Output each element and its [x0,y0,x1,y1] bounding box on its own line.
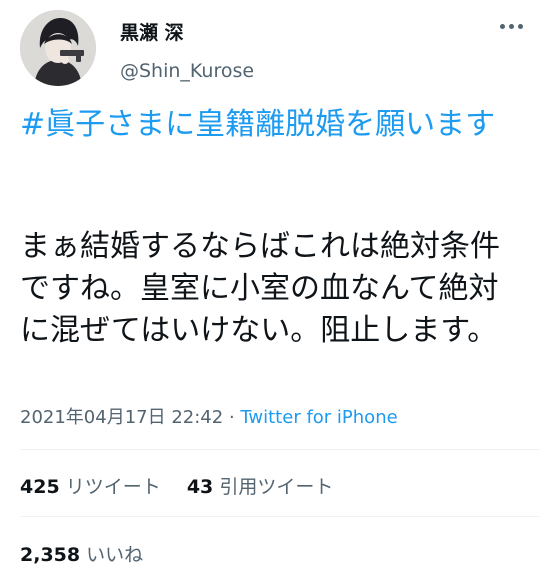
tweet-text: まぁ結婚するならばこれは絶対条件ですね。皇室に小室の血なんて絶対に混ぜてはいけな… [20,229,500,348]
tweet-header: 黒瀬 深 @Shin_Kurose [20,10,524,86]
user-handle[interactable]: @Shin_Kurose [120,60,254,82]
retweet-count: 425 [20,476,60,498]
tweet-source-link[interactable]: Twitter for iPhone [240,407,397,428]
tweet-timestamp[interactable]: 2021年04月17日 22:42 [20,407,223,428]
meta-separator: · [223,407,241,428]
retweet-label: リツイート [65,476,161,498]
more-dots-icon[interactable] [500,24,524,34]
retweet-stats: 425 リツイート 43 引用ツイート [20,472,333,499]
like-stats[interactable]: 2,358 いいね [20,540,143,567]
divider [20,516,540,517]
like-count: 2,358 [20,544,81,566]
avatar-illustration-icon [20,10,96,86]
quote-label: 引用ツイート [219,476,334,498]
like-label: いいね [86,544,144,566]
retweets-link[interactable]: 425 リツイート [20,476,161,498]
tweet-meta: 2021年04月17日 22:42 · Twitter for iPhone [20,403,398,429]
display-name[interactable]: 黒瀬 深 [120,18,184,45]
avatar[interactable] [20,10,96,86]
divider [20,449,540,450]
hashtag-link[interactable]: #眞子さまに皇籍離脱婚を願います [20,104,525,146]
quote-count: 43 [186,476,214,498]
quotes-link[interactable]: 43 引用ツイート [187,476,334,498]
